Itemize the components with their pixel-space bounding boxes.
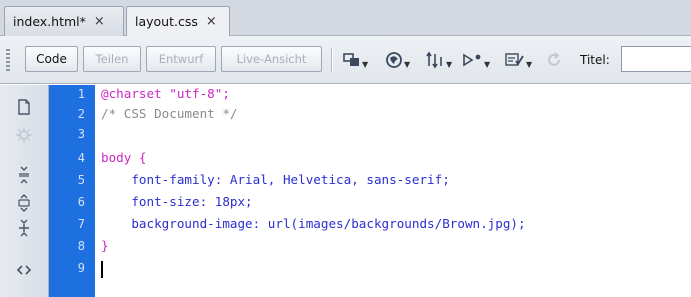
code-line-7[interactable]: background-image: url(images/backgrounds… xyxy=(101,216,525,231)
line-number: 4 xyxy=(77,151,85,165)
code-line-1[interactable]: @charset "utf-8"; xyxy=(101,86,230,101)
apply-source-formatting-icon[interactable] xyxy=(14,260,34,280)
live-view-button[interactable]: Live-Ansicht xyxy=(221,46,322,72)
close-icon[interactable]: × xyxy=(94,15,105,28)
tab-label: index.html* xyxy=(13,14,86,29)
document-tab-bar: index.html* × layout.css × xyxy=(0,0,691,37)
validate-icon[interactable]: ▼ xyxy=(505,51,532,69)
tab-label: layout.css xyxy=(135,14,198,29)
line-number: 2 xyxy=(77,107,85,121)
line-number: 6 xyxy=(77,195,85,209)
title-input[interactable] xyxy=(621,46,691,72)
toolbar-divider xyxy=(331,48,333,72)
collapse-selection-icon[interactable] xyxy=(14,193,34,213)
file-management-icon[interactable]: ▼ xyxy=(425,51,452,69)
line-number: 1 xyxy=(77,87,85,101)
tab-index-html[interactable]: index.html* × xyxy=(4,6,124,36)
close-icon[interactable]: × xyxy=(206,15,217,28)
preview-browser-icon[interactable]: ▼ xyxy=(385,51,410,69)
title-label: Titel: xyxy=(580,53,610,67)
code-line-8[interactable]: } xyxy=(101,238,109,253)
line-number: 7 xyxy=(77,217,85,231)
live-code-icon[interactable]: ▼ xyxy=(463,51,490,69)
line-number: 9 xyxy=(77,261,85,275)
text-cursor xyxy=(101,261,103,278)
code-line-6[interactable]: font-size: 18px; xyxy=(101,194,252,209)
toolbar-grip-icon[interactable] xyxy=(6,49,10,71)
expand-all-icon[interactable] xyxy=(14,218,34,238)
refresh-icon[interactable] xyxy=(546,51,562,69)
code-line-4[interactable]: body { xyxy=(101,150,147,165)
tab-layout-css[interactable]: layout.css × xyxy=(126,6,230,37)
multiscreen-icon[interactable]: ▼ xyxy=(343,51,368,69)
code-line-2[interactable]: /* CSS Document */ xyxy=(101,106,237,121)
split-view-button[interactable]: Teilen xyxy=(83,46,141,72)
code-view-button[interactable]: Code xyxy=(25,46,78,72)
design-view-button[interactable]: Entwurf xyxy=(146,46,216,72)
coding-toolbar xyxy=(0,85,49,297)
code-editor: 1 2 3 4 5 6 7 8 9 @charset "utf-8"; /* C… xyxy=(0,85,691,297)
line-number: 5 xyxy=(77,173,85,187)
show-code-navigator-icon[interactable] xyxy=(14,125,34,145)
line-number: 3 xyxy=(77,127,85,141)
line-number: 8 xyxy=(77,239,85,253)
code-line-5[interactable]: font-family: Arial, Helvetica, sans-seri… xyxy=(101,172,449,187)
document-toolbar: Code Teilen Entwurf Live-Ansicht ▼ ▼ ▼ ▼… xyxy=(0,36,691,84)
collapse-full-tag-icon[interactable] xyxy=(14,165,34,185)
open-documents-icon[interactable] xyxy=(14,97,34,117)
